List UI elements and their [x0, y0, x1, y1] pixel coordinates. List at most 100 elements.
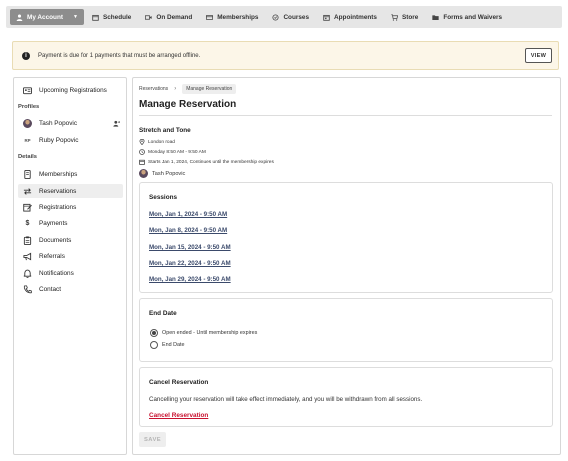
alert-message: Payment is due for 1 payments that must … — [38, 52, 201, 59]
divider — [139, 115, 552, 116]
sidebar-item-notifications[interactable]: Notifications — [18, 266, 123, 280]
video-icon — [145, 14, 153, 21]
sessions-title: Sessions — [149, 194, 178, 201]
switch-profile-icon[interactable] — [113, 120, 121, 129]
save-button[interactable]: SAVE — [139, 432, 166, 447]
radio-button-selected[interactable] — [150, 329, 158, 337]
end-date-card: End Date Open ended - Until membership e… — [139, 298, 553, 362]
nav-label: Forms and Waivers — [443, 13, 503, 21]
time-text: Monday 8:50 AM - 9:50 AM — [148, 149, 206, 155]
sidebar-item-documents[interactable]: Documents — [18, 233, 123, 247]
start-text: Starts Jan 1, 2024, Continues until the … — [148, 159, 274, 165]
breadcrumb: Reservations › Manage Reservation — [139, 84, 237, 94]
nav-my-account[interactable]: My Account ▼ — [10, 9, 84, 25]
chevron-down-icon: ▼ — [72, 14, 78, 20]
nav-courses[interactable]: Courses — [266, 9, 315, 25]
nav-schedule[interactable]: Schedule — [86, 9, 137, 25]
radio-end-date[interactable]: End Date — [150, 341, 184, 349]
nav-on-demand[interactable]: On Demand — [139, 9, 198, 25]
nav-forms-and-waivers[interactable]: Forms and Waivers — [426, 9, 508, 25]
radio-button[interactable] — [150, 341, 158, 349]
profile-ruby-popovic[interactable]: RP Ruby Popovic — [18, 133, 123, 147]
megaphone-icon — [23, 252, 32, 261]
avatar: RP — [23, 135, 32, 145]
folder-icon — [432, 14, 439, 21]
avatar — [139, 169, 148, 178]
class-time: Monday 8:50 AM - 9:50 AM — [139, 149, 206, 155]
session-link[interactable]: Mon, Jan 29, 2024 - 9:50 AM — [149, 276, 231, 283]
nav-store[interactable]: Store — [385, 9, 424, 25]
breadcrumb-reservations[interactable]: Reservations — [139, 86, 168, 92]
profile-name: Tash Popovic — [39, 119, 78, 127]
sidebar-item-label: Contact — [39, 285, 62, 293]
class-location: London road — [139, 139, 175, 145]
sidebar-item-upcoming-registrations[interactable]: Upcoming Registrations — [18, 83, 123, 97]
class-start: Starts Jan 1, 2024, Continues until the … — [139, 159, 274, 165]
sidebar-item-label: Referrals — [39, 252, 65, 260]
cancel-reservation-card: Cancel Reservation Cancelling your reser… — [139, 367, 553, 427]
sidebar-item-label: Notifications — [39, 269, 74, 277]
sidebar-item-registrations[interactable]: Registrations — [18, 200, 123, 214]
top-navigation: My Account ▼ Schedule On Demand Membersh… — [6, 6, 562, 28]
cancel-reservation-link[interactable]: Cancel Reservation — [149, 412, 208, 419]
cancel-description: Cancelling your reservation will take ef… — [149, 396, 423, 403]
manage-reservation-panel: Reservations › Manage Reservation Manage… — [132, 77, 561, 455]
radio-label: End Date — [162, 342, 185, 348]
location-text: London road — [148, 139, 175, 145]
nav-appointments[interactable]: Appointments — [317, 9, 383, 25]
clipboard-icon — [23, 235, 32, 245]
view-button[interactable]: VIEW — [525, 48, 552, 63]
session-link[interactable]: Mon, Jan 1, 2024 - 9:50 AM — [149, 211, 227, 218]
reserved-person: Tash Popovic — [139, 169, 185, 178]
cart-icon — [391, 13, 398, 21]
sidebar-item-contact[interactable]: Contact — [18, 282, 123, 296]
calendar-icon — [139, 159, 145, 165]
person-icon — [16, 14, 23, 21]
class-name: Stretch and Tone — [139, 127, 191, 134]
account-sidebar: Upcoming Registrations Profiles Tash Pop… — [13, 77, 127, 455]
end-date-title: End Date — [149, 310, 177, 317]
nav-label: Appointments — [334, 13, 377, 21]
courses-icon — [272, 13, 279, 21]
phone-icon — [23, 284, 32, 294]
sidebar-item-referrals[interactable]: Referrals — [18, 249, 123, 263]
breadcrumb-current: Manage Reservation — [182, 84, 237, 94]
nav-label: My Account — [27, 13, 63, 21]
location-pin-icon — [139, 139, 145, 145]
reservations-icon — [23, 187, 32, 196]
sidebar-item-label: Upcoming Registrations — [39, 86, 107, 94]
sidebar-item-memberships[interactable]: Memberships — [18, 167, 123, 181]
radio-open-ended[interactable]: Open ended - Until membership expires — [150, 329, 257, 337]
sidebar-item-payments[interactable]: $ Payments — [18, 216, 123, 230]
calendar-check-icon — [323, 14, 330, 21]
nav-label: Schedule — [102, 13, 132, 21]
profiles-heading: Profiles — [18, 104, 40, 110]
bell-icon — [23, 269, 32, 278]
id-card-icon — [23, 86, 32, 95]
sidebar-item-label: Payments — [39, 219, 68, 227]
nav-label: Memberships — [217, 13, 259, 21]
radio-label: Open ended - Until membership expires — [162, 330, 258, 336]
card-icon — [206, 14, 214, 21]
nav-label: On Demand — [156, 13, 193, 21]
membership-card-icon — [23, 169, 32, 179]
chevron-right-icon: › — [174, 86, 177, 92]
cancel-title: Cancel Reservation — [149, 379, 209, 386]
profile-name: Ruby Popovic — [39, 136, 79, 144]
session-link[interactable]: Mon, Jan 15, 2024 - 9:50 AM — [149, 244, 231, 251]
session-link[interactable]: Mon, Jan 8, 2024 - 9:50 AM — [149, 227, 227, 234]
clock-icon — [139, 149, 145, 155]
avatar — [23, 118, 32, 128]
sidebar-item-reservations[interactable]: Reservations — [18, 184, 123, 198]
sidebar-item-label: Documents — [39, 236, 72, 244]
nav-memberships[interactable]: Memberships — [200, 9, 264, 25]
sidebar-item-label: Registrations — [39, 203, 77, 211]
sidebar-item-label: Reservations — [39, 187, 77, 195]
info-icon: i — [22, 51, 30, 60]
payment-alert: i Payment is due for 1 payments that mus… — [12, 41, 559, 70]
sessions-card: Sessions Mon, Jan 1, 2024 - 9:50 AM Mon,… — [139, 182, 553, 293]
sidebar-item-label: Memberships — [39, 170, 78, 178]
profile-tash-popovic[interactable]: Tash Popovic — [18, 116, 123, 130]
session-link[interactable]: Mon, Jan 22, 2024 - 9:50 AM — [149, 260, 231, 267]
nav-label: Store — [401, 13, 419, 21]
